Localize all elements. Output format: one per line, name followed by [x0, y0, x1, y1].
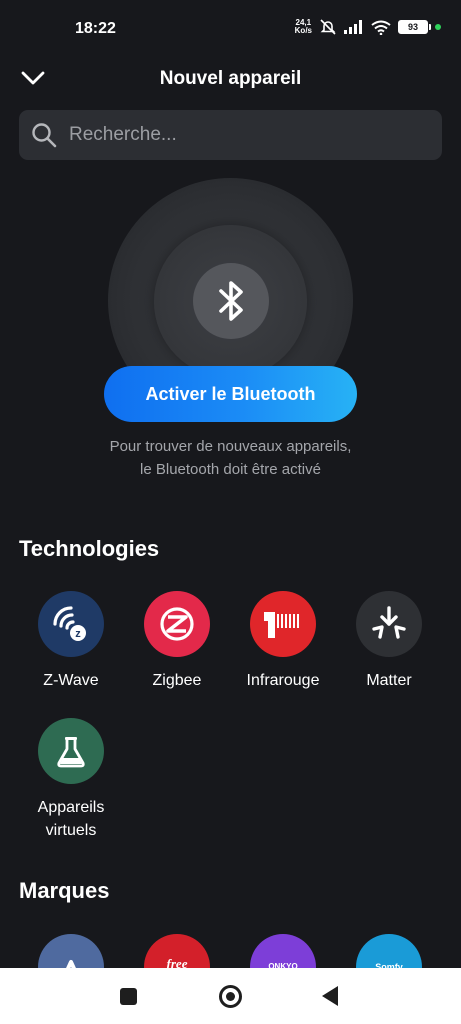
mute-icon: [320, 19, 336, 35]
tech-circle: [144, 591, 210, 657]
page-title: Nouvel appareil: [159, 68, 302, 89]
tech-item-infrared[interactable]: Infrarouge: [228, 591, 338, 692]
search-icon: [32, 123, 57, 148]
recent-apps-button[interactable]: [120, 988, 137, 1005]
search-bar[interactable]: [19, 110, 442, 160]
tech-circle: [356, 591, 422, 657]
infrared-icon: [264, 612, 299, 638]
status-bar: 18:22 24,1 Ko/s 93: [0, 0, 461, 60]
tech-item-zigbee[interactable]: Zigbee: [122, 591, 232, 692]
tech-circle: [38, 718, 104, 784]
svg-text:z: z: [75, 628, 81, 640]
tech-circle: z: [38, 591, 104, 657]
matter-icon: [372, 606, 406, 639]
brands-title: Marques: [19, 878, 110, 903]
signal-icon: [344, 20, 362, 34]
search-input[interactable]: [69, 124, 409, 146]
network-speed: 24,1 Ko/s: [294, 18, 312, 35]
enable-bluetooth-button[interactable]: Activer le Bluetooth: [104, 366, 357, 422]
tech-item-virtual-devices[interactable]: Appareils virtuels: [16, 718, 126, 842]
bluetooth-badge: [193, 263, 269, 339]
system-nav-bar: [0, 968, 461, 1024]
header: Nouvel appareil: [0, 58, 461, 98]
bluetooth-hint: Pour trouver de nouveaux appareils, le B…: [109, 438, 352, 478]
home-button[interactable]: [219, 985, 242, 1008]
back-button[interactable]: [322, 986, 338, 1006]
zigbee-icon: [160, 607, 194, 641]
zwave-icon: z: [53, 606, 86, 641]
wifi-icon: [371, 20, 391, 35]
tech-item-matter[interactable]: Matter: [334, 591, 444, 692]
tech-label: Matter: [366, 672, 412, 689]
technologies-title: Technologies: [19, 536, 160, 561]
privacy-indicator-dot: [435, 24, 441, 30]
battery-indicator: 93: [398, 20, 431, 34]
status-time: 18:22: [75, 20, 116, 37]
flask-icon: [57, 737, 85, 768]
tech-label: Zigbee: [152, 672, 202, 689]
status-icons: 24,1 Ko/s 93: [295, 19, 441, 35]
tech-label: Appareils virtuels: [37, 799, 105, 839]
tech-circle: [250, 591, 316, 657]
tech-item-zwave[interactable]: z Z-Wave: [16, 591, 126, 692]
bluetooth-icon: [219, 281, 243, 321]
tech-label: Z-Wave: [43, 672, 99, 689]
tech-label: Infrarouge: [246, 672, 320, 689]
